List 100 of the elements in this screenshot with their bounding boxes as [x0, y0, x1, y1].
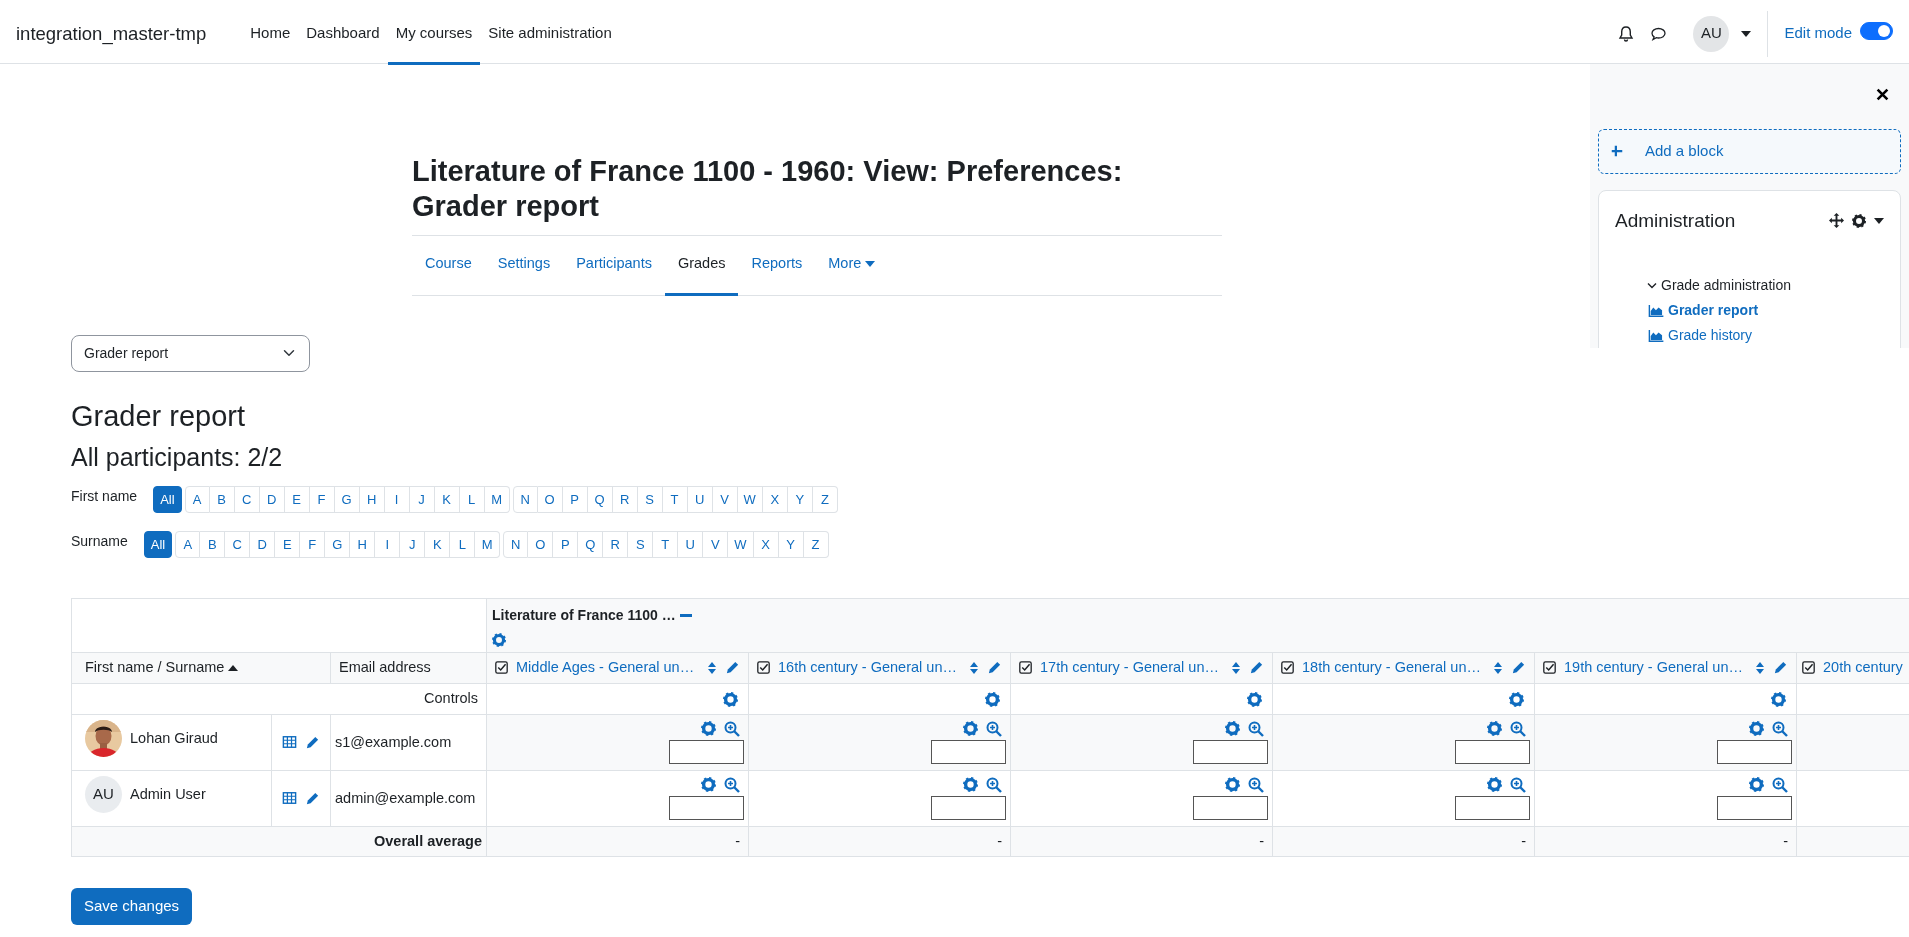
plus-icon: [1611, 145, 1623, 157]
initial-filter[interactable]: H: [359, 485, 385, 513]
grade-input[interactable]: [1193, 795, 1269, 820]
initial-filter[interactable]: R: [612, 485, 638, 513]
initial-filter[interactable]: J: [409, 485, 435, 513]
edit-mode-toggle[interactable]: [1860, 21, 1893, 40]
tree-link[interactable]: Grader report: [1647, 300, 1884, 321]
grade-item-link[interactable]: 16th century - General un…: [778, 657, 957, 679]
course-tab[interactable]: More: [815, 235, 889, 296]
initial-filter[interactable]: O: [528, 530, 554, 558]
initial-filter[interactable]: S: [637, 485, 663, 513]
initial-filter[interactable]: H: [350, 530, 376, 558]
course-tab[interactable]: Grades: [664, 235, 739, 296]
grade-item-link[interactable]: 18th century - General un…: [1302, 657, 1481, 679]
pencil-icon: [305, 790, 320, 806]
nav-link[interactable]: My courses: [387, 5, 481, 65]
initial-filter[interactable]: U: [687, 485, 713, 513]
nav-link[interactable]: Home: [242, 5, 299, 65]
initial-filter[interactable]: G: [325, 530, 351, 558]
initial-filter[interactable]: K: [425, 530, 451, 558]
grade-input[interactable]: [931, 739, 1007, 764]
initial-filter[interactable]: B: [200, 530, 226, 558]
initial-filter[interactable]: P: [562, 485, 588, 513]
initial-filter[interactable]: I: [384, 485, 410, 513]
initial-filter[interactable]: N: [512, 485, 538, 513]
save-button[interactable]: Save changes: [71, 887, 193, 925]
nav-link[interactable]: Dashboard: [298, 5, 388, 65]
student-link[interactable]: Admin User: [130, 783, 206, 806]
initial-filter[interactable]: K: [434, 485, 460, 513]
initial-filter[interactable]: V: [712, 485, 738, 513]
initial-filter[interactable]: T: [653, 530, 679, 558]
initial-filter[interactable]: U: [678, 530, 704, 558]
pencil-icon: [987, 660, 1003, 676]
initial-filter[interactable]: All: [153, 485, 182, 513]
category-name: Literature of France 1100 …: [492, 605, 676, 625]
initial-filter[interactable]: E: [284, 485, 310, 513]
initial-filter[interactable]: P: [553, 530, 579, 558]
initial-filter[interactable]: G: [334, 485, 360, 513]
initial-filter[interactable]: T: [662, 485, 688, 513]
tree-link[interactable]: Grade history: [1647, 325, 1884, 346]
course-tab[interactable]: Participants: [563, 235, 665, 296]
user-avatar[interactable]: AU: [1693, 15, 1730, 52]
initial-filter[interactable]: W: [737, 485, 763, 513]
initial-filter[interactable]: L: [450, 530, 476, 558]
grade-input[interactable]: [669, 739, 745, 764]
grade-input[interactable]: [1717, 739, 1793, 764]
initial-filter[interactable]: A: [175, 530, 201, 558]
initial-filter[interactable]: O: [537, 485, 563, 513]
initial-filter[interactable]: S: [628, 530, 654, 558]
initial-filter[interactable]: X: [762, 485, 788, 513]
initial-filter[interactable]: X: [753, 530, 779, 558]
grade-input[interactable]: [669, 795, 745, 820]
zoom-in-icon: [1510, 776, 1527, 793]
initial-filter[interactable]: N: [503, 530, 529, 558]
grade-input[interactable]: [931, 795, 1007, 820]
initial-filter[interactable]: B: [209, 485, 235, 513]
initial-filter[interactable]: Y: [787, 485, 813, 513]
grade-item-link[interactable]: 19th century - General un…: [1564, 657, 1743, 679]
course-tab[interactable]: Settings: [484, 235, 564, 296]
grade-item-link[interactable]: 17th century - General un…: [1040, 657, 1219, 679]
site-name[interactable]: integration_master-tmp: [16, 19, 207, 48]
course-tab[interactable]: Course: [412, 235, 485, 296]
nav-link[interactable]: Site administration: [480, 5, 620, 65]
grade-item-link[interactable]: 20th century: [1823, 657, 1903, 679]
initial-filter[interactable]: J: [400, 530, 426, 558]
initial-filter[interactable]: E: [275, 530, 301, 558]
sort-link[interactable]: Surname: [165, 659, 225, 676]
initial-filter[interactable]: R: [603, 530, 629, 558]
initial-filter[interactable]: W: [728, 530, 754, 558]
initial-filter[interactable]: Q: [578, 530, 604, 558]
grade-input[interactable]: [1193, 739, 1269, 764]
grade-input[interactable]: [1455, 795, 1531, 820]
grade-item-link[interactable]: Middle Ages - General un…: [516, 657, 695, 679]
course-tab[interactable]: Reports: [738, 235, 816, 296]
initial-filter[interactable]: F: [300, 530, 326, 558]
initial-filter[interactable]: D: [250, 530, 276, 558]
initial-filter[interactable]: All: [143, 530, 173, 558]
tree-node[interactable]: Grade administration: [1661, 275, 1791, 296]
initial-filter[interactable]: Z: [803, 530, 829, 558]
initial-filter[interactable]: M: [484, 485, 510, 513]
initial-filter[interactable]: L: [459, 485, 485, 513]
initial-filter[interactable]: Z: [812, 485, 838, 513]
initial-filter[interactable]: C: [234, 485, 260, 513]
user-initials: AU: [85, 775, 122, 813]
initial-filter[interactable]: I: [375, 530, 401, 558]
grade-input[interactable]: [1455, 739, 1531, 764]
grade-input[interactable]: [1717, 795, 1793, 820]
sort-link[interactable]: First name: [85, 659, 154, 676]
initial-filter[interactable]: C: [225, 530, 251, 558]
initial-filter[interactable]: D: [259, 485, 285, 513]
initial-filter[interactable]: Q: [587, 485, 613, 513]
initial-filter[interactable]: A: [184, 485, 210, 513]
add-block-button[interactable]: Add a block: [1598, 128, 1901, 174]
initial-filter[interactable]: V: [703, 530, 729, 558]
student-link[interactable]: Lohan Giraud: [130, 727, 218, 750]
initial-filter[interactable]: M: [475, 530, 501, 558]
report-select[interactable]: Grader report: [71, 334, 310, 372]
initial-filter[interactable]: Y: [778, 530, 804, 558]
average-value: -: [1783, 832, 1789, 849]
initial-filter[interactable]: F: [309, 485, 335, 513]
